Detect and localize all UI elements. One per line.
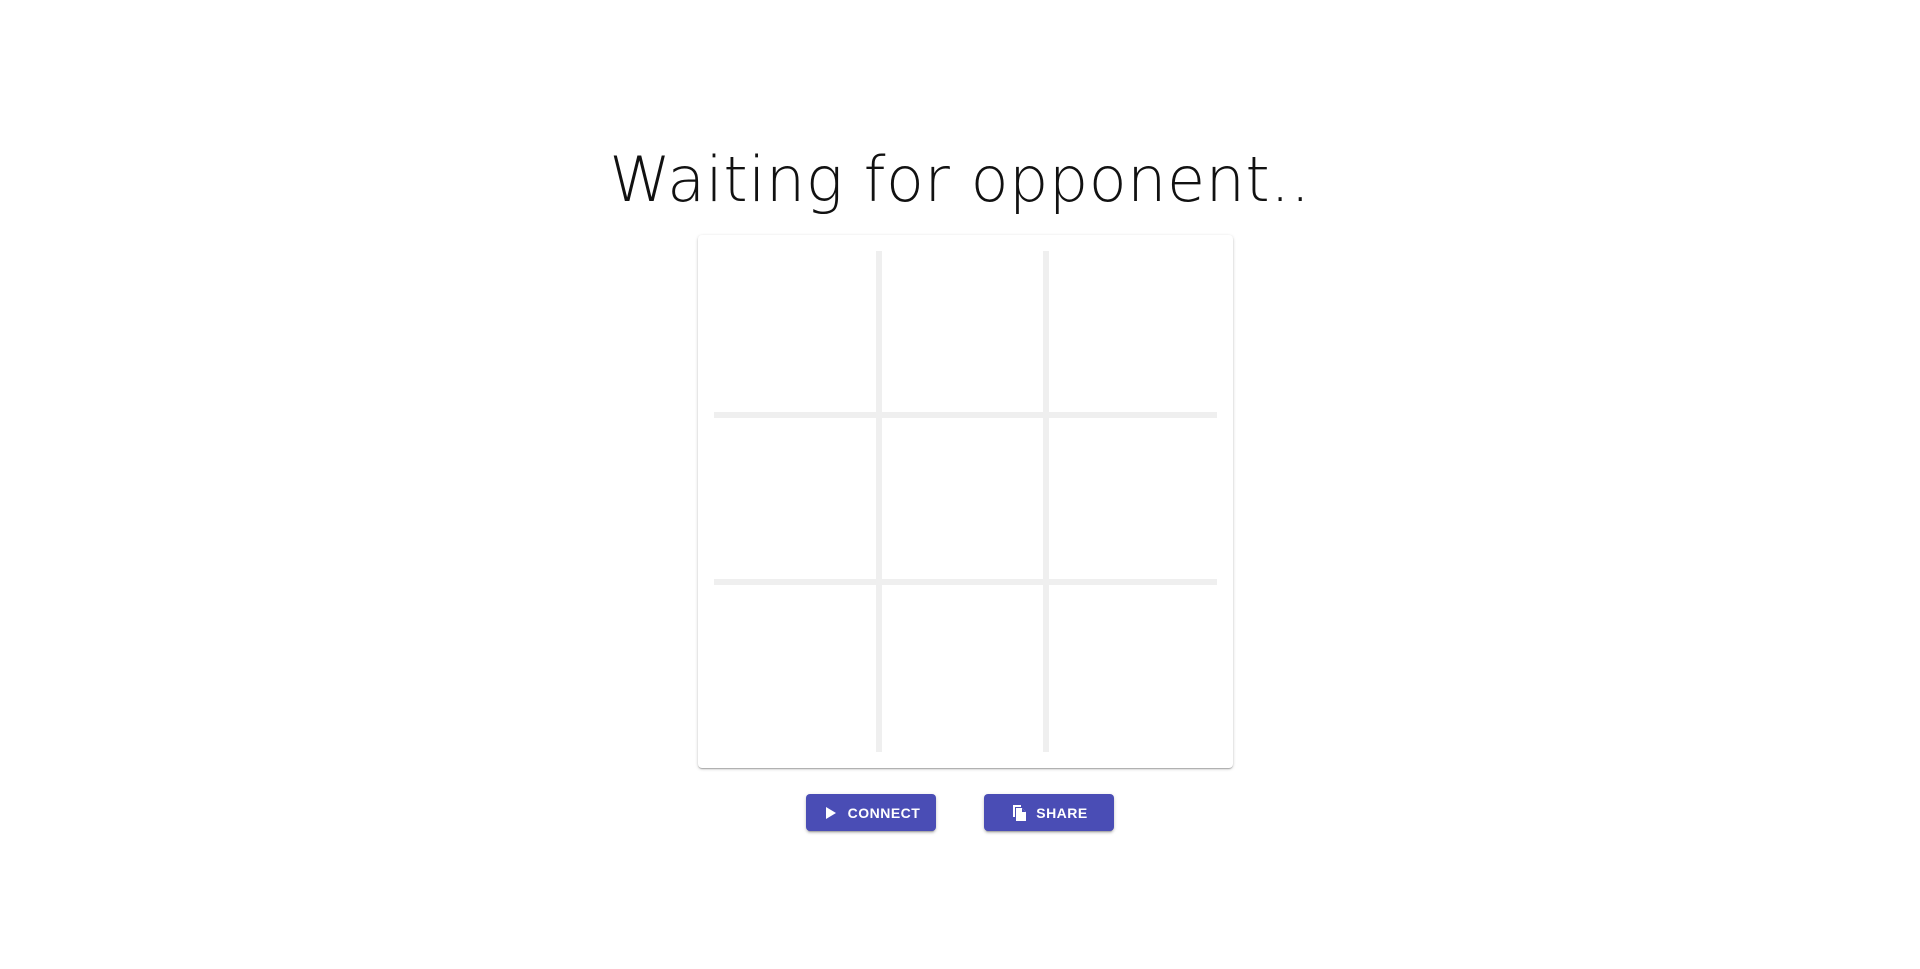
connect-button-label: CONNECT (847, 804, 921, 821)
board-cell-8[interactable] (882, 585, 1050, 752)
game-board-card (698, 235, 1233, 768)
connect-button[interactable]: CONNECT (806, 794, 936, 831)
play-icon (822, 804, 840, 822)
board-cell-7[interactable] (714, 585, 882, 752)
board-cell-6[interactable] (1049, 418, 1217, 585)
board-cell-1[interactable] (714, 251, 882, 418)
board-cell-2[interactable] (881, 251, 1050, 418)
board-cell-3[interactable] (1049, 251, 1217, 418)
share-button[interactable]: SHARE (984, 794, 1114, 831)
copy-icon (1010, 804, 1028, 822)
page: Waiting for opponent.. CONNECT SHARE (0, 0, 1920, 969)
board-cell-5[interactable] (881, 418, 1050, 585)
board-cell-4[interactable] (714, 418, 882, 585)
share-button-label: SHARE (1036, 804, 1088, 821)
action-buttons: CONNECT SHARE (0, 794, 1920, 831)
page-title: Waiting for opponent.. (609, 143, 1311, 216)
game-board (714, 251, 1217, 752)
board-cell-9[interactable] (1049, 585, 1217, 752)
